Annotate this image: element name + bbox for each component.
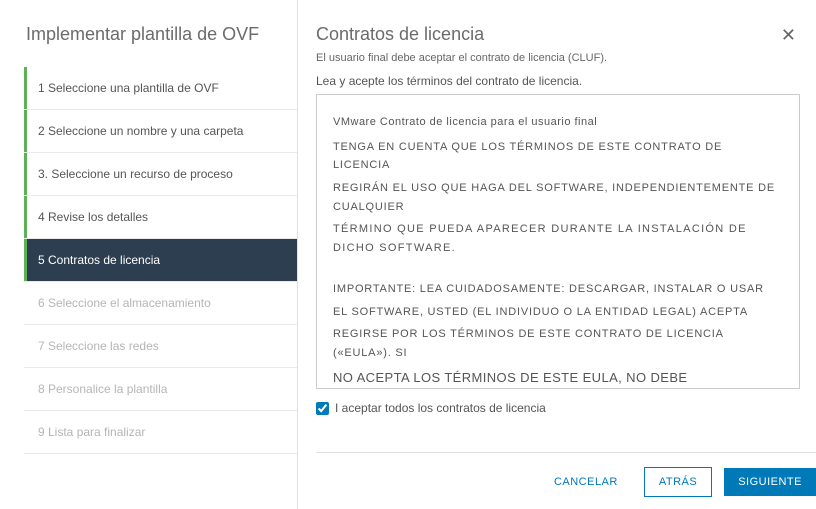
wizard-sidebar: Implementar plantilla de OVF 1 Seleccion… xyxy=(0,0,298,509)
main-header: Contratos de licencia ✕ xyxy=(316,24,800,46)
cancel-button[interactable]: CANCELAR xyxy=(540,468,632,496)
page-subtitle: El usuario final debe aceptar el contrat… xyxy=(316,52,800,64)
license-heading: VMware Contrato de licencia para el usua… xyxy=(333,113,783,132)
step-label: 6 Seleccione el almacenamiento xyxy=(38,296,211,310)
step-label: 5 Contratos de licencia xyxy=(38,253,160,267)
step-7: 7 Seleccione las redes xyxy=(24,325,297,368)
step-4[interactable]: 4 Revise los detalles xyxy=(24,196,297,239)
step-label: 8 Personalice la plantilla xyxy=(38,382,167,396)
step-label: 9 Lista para finalizar xyxy=(38,425,145,439)
close-icon[interactable]: ✕ xyxy=(777,24,800,46)
accept-row: I aceptar todos los contratos de licenci… xyxy=(316,401,800,415)
license-text-area[interactable]: VMware Contrato de licencia para el usua… xyxy=(316,94,800,389)
step-label: 1 Seleccione una plantilla de OVF xyxy=(38,81,219,95)
wizard-title: Implementar plantilla de OVF xyxy=(24,24,297,45)
license-line: NO ACEPTA LOS TÉRMINOS DE ESTE EULA, NO … xyxy=(333,367,783,389)
instruction-text: Lea y acepte los términos del contrato d… xyxy=(316,74,800,88)
spacer xyxy=(333,262,783,280)
license-line: IMPORTANTE: LEA CUIDADOSAMENTE: DESCARGA… xyxy=(333,280,783,299)
page-title: Contratos de licencia xyxy=(316,24,484,45)
license-line: REGIRSE POR LOS TÉRMINOS DE ESTE CONTRAT… xyxy=(333,325,783,362)
accept-label: I aceptar todos los contratos de licenci… xyxy=(335,401,546,415)
step-2[interactable]: 2 Seleccione un nombre y una carpeta xyxy=(24,110,297,153)
license-line: TÉRMINO QUE PUEDA APARECER DURANTE LA IN… xyxy=(333,220,783,257)
license-line: EL SOFTWARE, USTED (EL INDIVIDUO O LA EN… xyxy=(333,303,783,322)
step-5[interactable]: 5 Contratos de licencia xyxy=(24,239,297,282)
back-button[interactable]: ATRÁS xyxy=(644,467,712,497)
step-8: 8 Personalice la plantilla xyxy=(24,368,297,411)
accept-checkbox[interactable] xyxy=(316,402,329,415)
next-button[interactable]: SIGUIENTE xyxy=(724,468,816,496)
step-9: 9 Lista para finalizar xyxy=(24,411,297,454)
license-line: TENGA EN CUENTA QUE LOS TÉRMINOS DE ESTE… xyxy=(333,138,783,175)
wizard-steps: 1 Seleccione una plantilla de OVF 2 Sele… xyxy=(24,67,297,454)
step-label: 4 Revise los detalles xyxy=(38,210,148,224)
main-panel: Contratos de licencia ✕ El usuario final… xyxy=(298,0,816,509)
step-6: 6 Seleccione el almacenamiento xyxy=(24,282,297,325)
license-line: REGIRÁN EL USO QUE HAGA DEL SOFTWARE, IN… xyxy=(333,179,783,216)
step-label: 7 Seleccione las redes xyxy=(38,339,159,353)
step-3[interactable]: 3. Seleccione un recurso de proceso xyxy=(24,153,297,196)
wizard-footer: CANCELAR ATRÁS SIGUIENTE xyxy=(316,452,816,497)
step-label: 3. Seleccione un recurso de proceso xyxy=(38,167,233,181)
step-1[interactable]: 1 Seleccione una plantilla de OVF xyxy=(24,67,297,110)
step-label: 2 Seleccione un nombre y una carpeta xyxy=(38,124,243,138)
